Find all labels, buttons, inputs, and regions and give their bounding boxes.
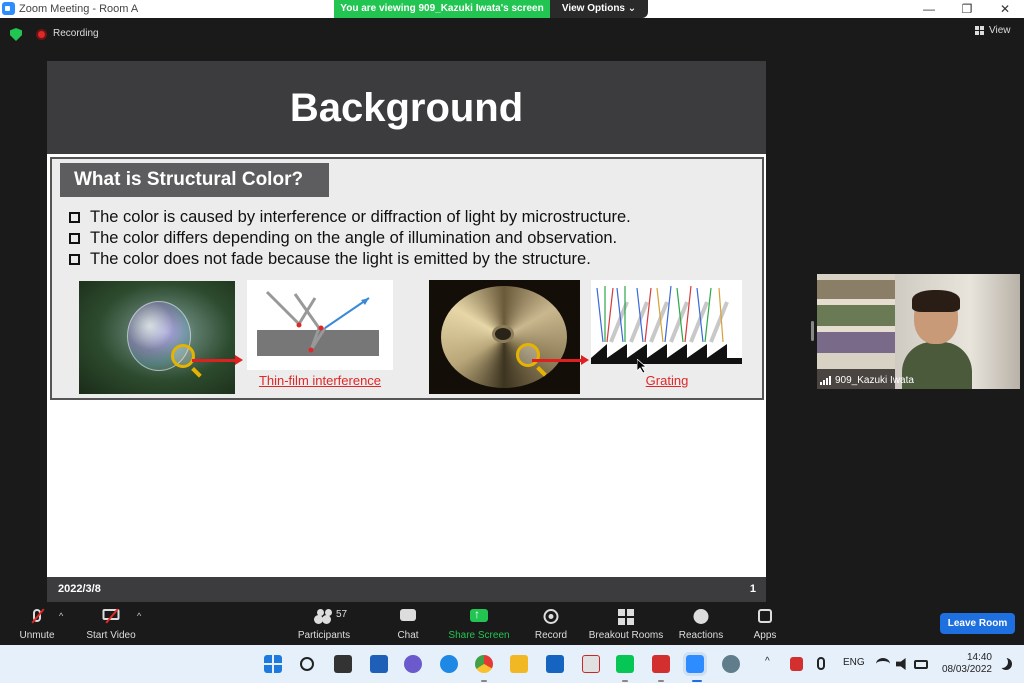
grid-icon	[975, 26, 984, 35]
line-app-icon[interactable]	[616, 655, 634, 673]
breakout-rooms-button[interactable]: Breakout Rooms	[586, 603, 666, 645]
acrobat-tray-icon[interactable]	[790, 657, 803, 671]
mail-icon[interactable]	[546, 655, 564, 673]
magnifier-icon	[171, 344, 195, 368]
slide-page-number: 1	[749, 583, 756, 595]
bullet-item: The color is caused by interference or d…	[69, 207, 631, 228]
checkbox-bullet-icon	[69, 254, 80, 265]
checkbox-bullet-icon	[69, 212, 80, 223]
apps-button[interactable]: Apps	[750, 603, 780, 645]
participants-count: 57	[336, 609, 348, 620]
participant-video-tile[interactable]	[817, 274, 1020, 389]
bullet-list: The color is caused by interference or d…	[69, 207, 631, 270]
participants-icon	[315, 609, 333, 621]
video-options-caret[interactable]: ^	[137, 611, 141, 621]
chat-bubble-icon	[400, 609, 416, 621]
zoom-app-icon	[2, 2, 15, 15]
signal-strength-icon	[820, 376, 831, 385]
bookshelf-background	[817, 274, 895, 369]
chat-button[interactable]: Chat	[392, 603, 424, 645]
slide-title: Background	[289, 86, 524, 130]
bullet-item: The color does not fade because the ligh…	[69, 249, 631, 270]
file-explorer-icon[interactable]	[510, 655, 528, 673]
search-icon[interactable]	[300, 657, 314, 671]
share-screen-button[interactable]: Share Screen	[448, 603, 510, 645]
red-arrow-icon	[532, 355, 589, 365]
microphone-tray-icon[interactable]	[817, 657, 825, 670]
settings-gear-icon[interactable]	[722, 655, 740, 673]
view-layout-button[interactable]: View	[975, 25, 1011, 36]
edge-browser-icon[interactable]	[440, 655, 458, 673]
bullet-item: The color differs depending on the angle…	[69, 228, 631, 249]
teams-chat-icon[interactable]	[404, 655, 422, 673]
thin-film-interference-link[interactable]: Thin-film interference	[247, 373, 393, 388]
grating-diagram	[591, 280, 742, 364]
focus-moon-icon[interactable]	[1000, 658, 1012, 670]
battery-icon[interactable]	[914, 660, 928, 669]
soap-bubble-photo	[79, 281, 235, 394]
checkbox-bullet-icon	[69, 233, 80, 244]
windows-taskbar: ^ ENG 14:40 08/03/2022	[0, 645, 1024, 683]
cd-center-hole	[492, 325, 514, 343]
cd-disc-photo	[429, 280, 580, 394]
chrome-browser-icon[interactable]	[475, 655, 493, 673]
close-button[interactable]: ✕	[986, 0, 1024, 18]
audio-options-caret[interactable]: ^	[59, 611, 63, 621]
minimize-button[interactable]: —	[910, 0, 948, 18]
video-panel-drag-handle[interactable]	[811, 321, 814, 341]
section-label: What is Structural Color?	[60, 163, 329, 197]
clock-time: 14:40	[966, 652, 992, 663]
restore-button[interactable]: ❐	[948, 0, 986, 18]
snipping-tool-icon[interactable]	[582, 655, 600, 673]
taskbar-clock[interactable]: 14:40 08/03/2022	[940, 652, 992, 676]
recording-label: Recording	[53, 28, 99, 39]
participant-name-label: 909_Kazuki Iwata	[820, 375, 914, 386]
language-indicator[interactable]: ENG	[843, 657, 865, 668]
red-arrow-icon	[192, 355, 243, 365]
start-video-button[interactable]: Start Video	[82, 603, 140, 645]
view-label: View	[989, 25, 1011, 36]
screen-share-banner: You are viewing 909_Kazuki Iwata's scree…	[334, 0, 648, 18]
view-options-button[interactable]: View Options ⌄	[550, 0, 648, 18]
smiley-icon	[693, 609, 709, 624]
windows-start-icon[interactable]	[264, 655, 282, 673]
pdf-reader-icon[interactable]	[652, 655, 670, 673]
share-screen-icon	[470, 607, 488, 622]
window-controls: — ❐ ✕	[910, 0, 1024, 18]
apps-icon	[758, 609, 772, 623]
zoom-taskbar-icon[interactable]	[683, 652, 707, 676]
clock-date: 08/03/2022	[941, 664, 992, 675]
grating-link[interactable]: Grating	[607, 373, 727, 388]
widgets-icon[interactable]	[370, 655, 388, 673]
record-icon	[543, 609, 559, 624]
slide-date: 2022/3/8	[58, 583, 101, 595]
record-button[interactable]: Record	[532, 603, 570, 645]
breakout-rooms-icon	[618, 609, 634, 625]
task-view-icon[interactable]	[334, 655, 352, 673]
unmute-button[interactable]: Unmute	[14, 603, 60, 645]
recording-icon	[36, 29, 47, 40]
mouse-cursor-icon	[637, 359, 647, 373]
security-shield-icon[interactable]	[10, 28, 22, 41]
reactions-button[interactable]: Reactions	[677, 603, 725, 645]
slide-footer: 2022/3/8 1	[47, 577, 766, 602]
leave-room-button[interactable]: Leave Room	[940, 613, 1015, 634]
meeting-toolbar: Unmute ^ Start Video ^ 57 Participants C…	[0, 603, 1024, 645]
volume-icon[interactable]	[896, 658, 906, 670]
slide-content-box: What is Structural Color? The color is c…	[50, 157, 764, 400]
shared-screen-slide: Background What is Structural Color? The…	[47, 61, 766, 602]
window-title: Zoom Meeting - Room A	[19, 3, 139, 15]
thin-film-diagram	[247, 280, 393, 370]
viewing-screen-label: You are viewing 909_Kazuki Iwata's scree…	[334, 0, 550, 18]
wifi-icon[interactable]	[876, 658, 890, 670]
magnifier-icon	[516, 343, 540, 367]
tray-overflow-caret[interactable]: ^	[765, 656, 770, 667]
participants-button[interactable]: 57 Participants	[292, 603, 356, 645]
window-title-bar: Zoom Meeting - Room A You are viewing 90…	[0, 0, 1024, 18]
